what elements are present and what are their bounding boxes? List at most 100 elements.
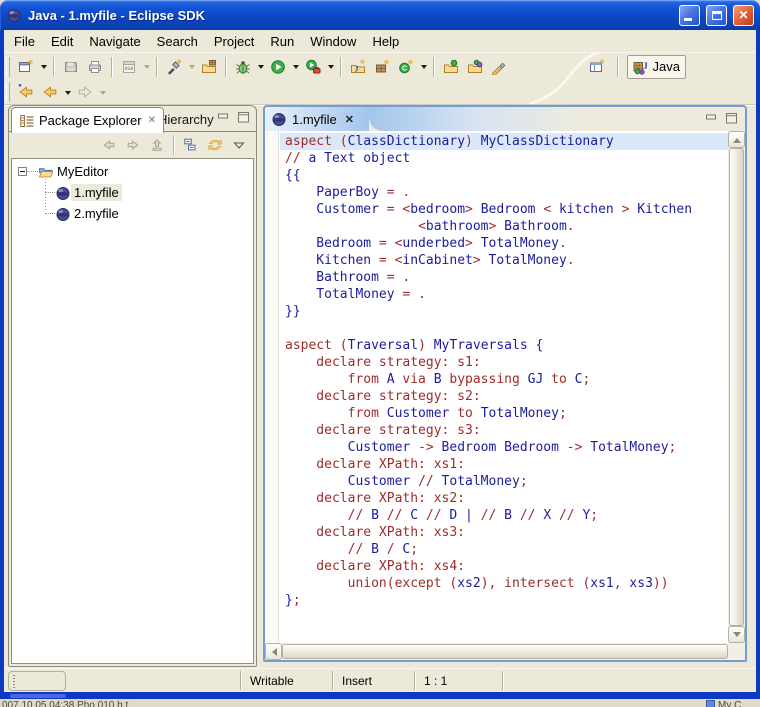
- forward-button[interactable]: [73, 80, 97, 104]
- toolbar-grip[interactable]: [6, 57, 10, 77]
- code-line: }}: [285, 303, 728, 320]
- menu-help[interactable]: Help: [364, 32, 407, 51]
- dropdown-arrow[interactable]: [62, 80, 73, 104]
- tab-package-explorer[interactable]: Package Explorer ✕: [11, 107, 164, 133]
- run-external-button[interactable]: [301, 55, 325, 79]
- editor-scrollbar-vertical[interactable]: [728, 131, 745, 643]
- new-class-icon: C: [398, 59, 414, 75]
- my-computer-icon: [706, 700, 715, 707]
- collapse-all-button[interactable]: [179, 133, 203, 157]
- tree-item-myeditor[interactable]: MyEditor: [12, 161, 253, 182]
- view-back-icon: [101, 137, 117, 153]
- scroll-down-button[interactable]: [728, 626, 745, 643]
- tree-expander-icon[interactable]: [18, 167, 27, 176]
- format-brush-button[interactable]: [487, 55, 511, 79]
- menu-search[interactable]: Search: [149, 32, 206, 51]
- dropdown-arrow[interactable]: [186, 55, 197, 79]
- back-button[interactable]: [38, 80, 62, 104]
- code-line: };: [285, 592, 728, 609]
- minimize-editor-button[interactable]: [703, 110, 721, 128]
- scroll-left-button[interactable]: [265, 643, 282, 660]
- close-button[interactable]: ✕: [733, 5, 754, 26]
- code-line: Customer = <bedroom> Bedroom < kitchen >…: [285, 201, 728, 218]
- tab-label: Package Explorer: [39, 113, 142, 128]
- new-class-button[interactable]: C: [394, 55, 418, 79]
- code-line: aspect (Traversal) MyTraversals {: [285, 337, 728, 354]
- tree-item-label: 2.myfile: [71, 205, 122, 222]
- back-edit-location-button[interactable]: *: [14, 80, 38, 104]
- view-forward-button[interactable]: [121, 133, 145, 157]
- tab-1myfile[interactable]: 1.myfile ✕: [265, 107, 369, 131]
- maximize-view-button[interactable]: [235, 109, 253, 127]
- save-button[interactable]: [59, 55, 83, 79]
- open-package-button[interactable]: [197, 55, 221, 79]
- build-hammer-button[interactable]: [162, 55, 186, 79]
- toolbar-separator: [156, 57, 158, 77]
- view-back-button[interactable]: [97, 133, 121, 157]
- link-with-editor-button[interactable]: [203, 133, 227, 157]
- debug-button[interactable]: [231, 55, 255, 79]
- view-menu-button[interactable]: [227, 133, 251, 157]
- menu-file[interactable]: File: [6, 32, 43, 51]
- editor-scrollbar-horizontal[interactable]: [265, 643, 745, 660]
- tree-connector: [45, 192, 55, 193]
- status-bar: Writable Insert 1 : 1: [4, 668, 756, 692]
- tree-connector: [27, 171, 38, 172]
- new-java-project-button[interactable]: J: [346, 55, 370, 79]
- menu-run[interactable]: Run: [262, 32, 302, 51]
- code-line: declare XPath: xs4:: [285, 558, 728, 575]
- perspective-switcher: JJava: [585, 55, 686, 79]
- close-tab-icon[interactable]: ✕: [148, 115, 156, 126]
- svg-text:J: J: [355, 64, 359, 73]
- menu-project[interactable]: Project: [206, 32, 262, 51]
- maximize-button[interactable]: [706, 5, 727, 26]
- new-wizard-button[interactable]: [14, 55, 38, 79]
- back-icon: [42, 84, 58, 100]
- menu-edit[interactable]: Edit: [43, 32, 81, 51]
- tree-item-1myfile[interactable]: 1.myfile: [12, 182, 253, 203]
- open-type-purple-button[interactable]: [463, 55, 487, 79]
- perspective-label: Java: [653, 59, 680, 74]
- vertical-scroll-thumb[interactable]: [729, 148, 744, 626]
- open-type-green-button[interactable]: [439, 55, 463, 79]
- sphere-icon: [55, 185, 71, 201]
- run-icon: [270, 59, 286, 75]
- dropdown-arrow[interactable]: [141, 55, 152, 79]
- editor-tab-label: 1.myfile: [292, 112, 337, 127]
- menu-navigate[interactable]: Navigate: [81, 32, 148, 51]
- binary-010-icon: 010: [121, 59, 137, 75]
- minimize-view-button[interactable]: [215, 109, 233, 127]
- menu-window[interactable]: Window: [302, 32, 364, 51]
- java-perspective-button[interactable]: JJava: [627, 55, 686, 79]
- fast-view-bar[interactable]: [8, 671, 66, 691]
- view-up-button[interactable]: [145, 133, 169, 157]
- dropdown-arrow[interactable]: [97, 80, 108, 104]
- code-line: Customer // TotalMoney;: [285, 473, 728, 490]
- toolbar-separator: [340, 57, 342, 77]
- print-button[interactable]: [83, 55, 107, 79]
- dropdown-arrow[interactable]: [325, 55, 336, 79]
- horizontal-scroll-thumb[interactable]: [282, 644, 728, 659]
- toolbar-separator: [617, 57, 619, 77]
- code-area[interactable]: aspect (ClassDictionary) MyClassDictiona…: [280, 131, 728, 643]
- toolbar-grip[interactable]: [6, 82, 10, 102]
- status-insert-mode: Insert: [342, 674, 372, 688]
- binary-010-button[interactable]: 010: [117, 55, 141, 79]
- maximize-editor-button[interactable]: [723, 110, 741, 128]
- minimize-button[interactable]: [679, 5, 700, 26]
- run-button[interactable]: [266, 55, 290, 79]
- open-perspective-button[interactable]: [585, 55, 609, 79]
- dropdown-arrow[interactable]: [290, 55, 301, 79]
- grip-handle-icon: [13, 675, 15, 688]
- close-editor-tab-icon[interactable]: ✕: [345, 113, 354, 126]
- tree-item-2myfile[interactable]: 2.myfile: [12, 203, 253, 224]
- dropdown-arrow[interactable]: [418, 55, 429, 79]
- dropdown-arrow[interactable]: [38, 55, 49, 79]
- editor-content: aspect (ClassDictionary) MyClassDictiona…: [265, 131, 745, 660]
- view-forward-icon: [125, 137, 141, 153]
- open-type-green-icon: [443, 59, 459, 75]
- dropdown-arrow[interactable]: [255, 55, 266, 79]
- scroll-up-button[interactable]: [728, 131, 745, 148]
- new-java-project-icon: J: [350, 59, 366, 75]
- new-package-button[interactable]: [370, 55, 394, 79]
